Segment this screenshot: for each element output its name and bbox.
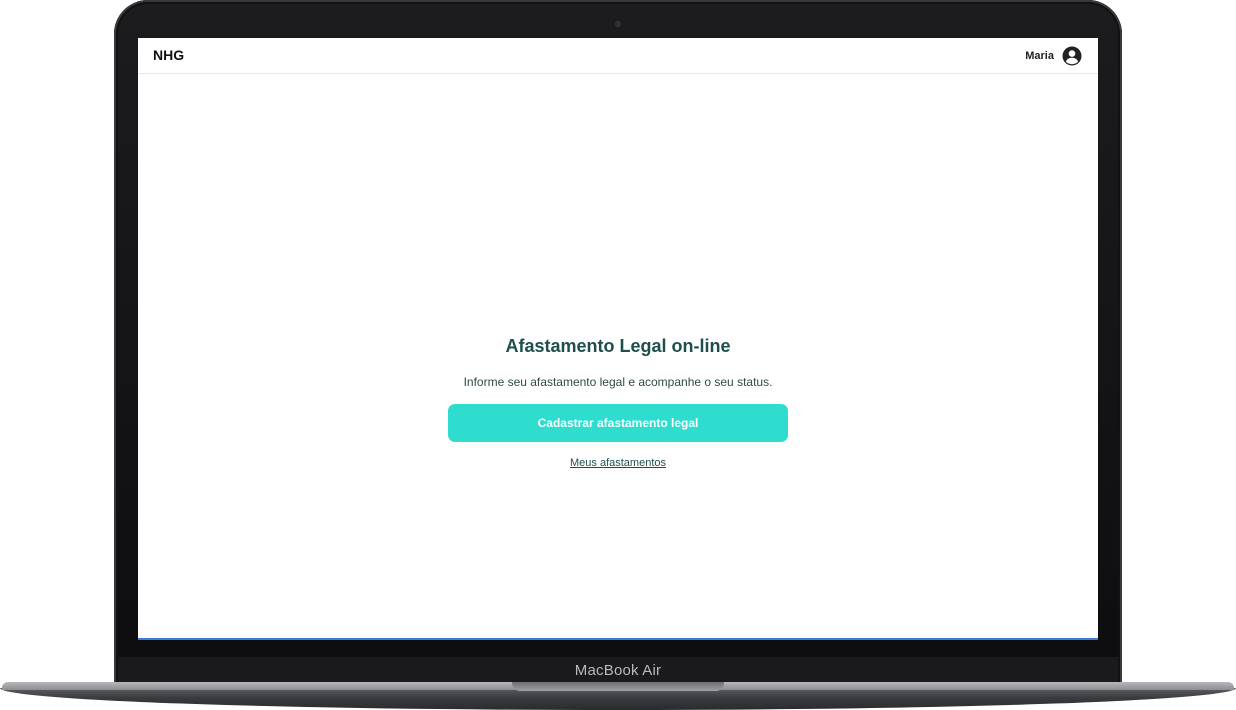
user-circle-icon[interactable] [1062, 46, 1082, 66]
app-screen: NHG Maria Afastamento Legal on-line Info… [138, 38, 1098, 640]
user-menu[interactable]: Maria [1025, 46, 1082, 66]
user-name[interactable]: Maria [1025, 50, 1054, 62]
page-title: Afastamento Legal on-line [505, 336, 731, 356]
my-leaves-link[interactable]: Meus afastamentos [570, 457, 666, 469]
device-label: MacBook Air [574, 662, 662, 679]
camera-icon [615, 21, 621, 27]
register-leave-button[interactable]: Cadastrar afastamento legal [448, 404, 788, 442]
top-navbar: NHG Maria [138, 38, 1098, 74]
main-content: Afastamento Legal on-line Informe seu af… [138, 336, 1098, 471]
base-notch [512, 682, 724, 691]
laptop-base [0, 682, 1236, 710]
base-body [0, 688, 1236, 710]
app-logo[interactable]: NHG [153, 47, 184, 63]
page-subtitle: Informe seu afastamento legal e acompanh… [463, 375, 773, 389]
laptop-mockup: MacBook Air NHG Maria Afastamento Legal … [0, 0, 1236, 710]
